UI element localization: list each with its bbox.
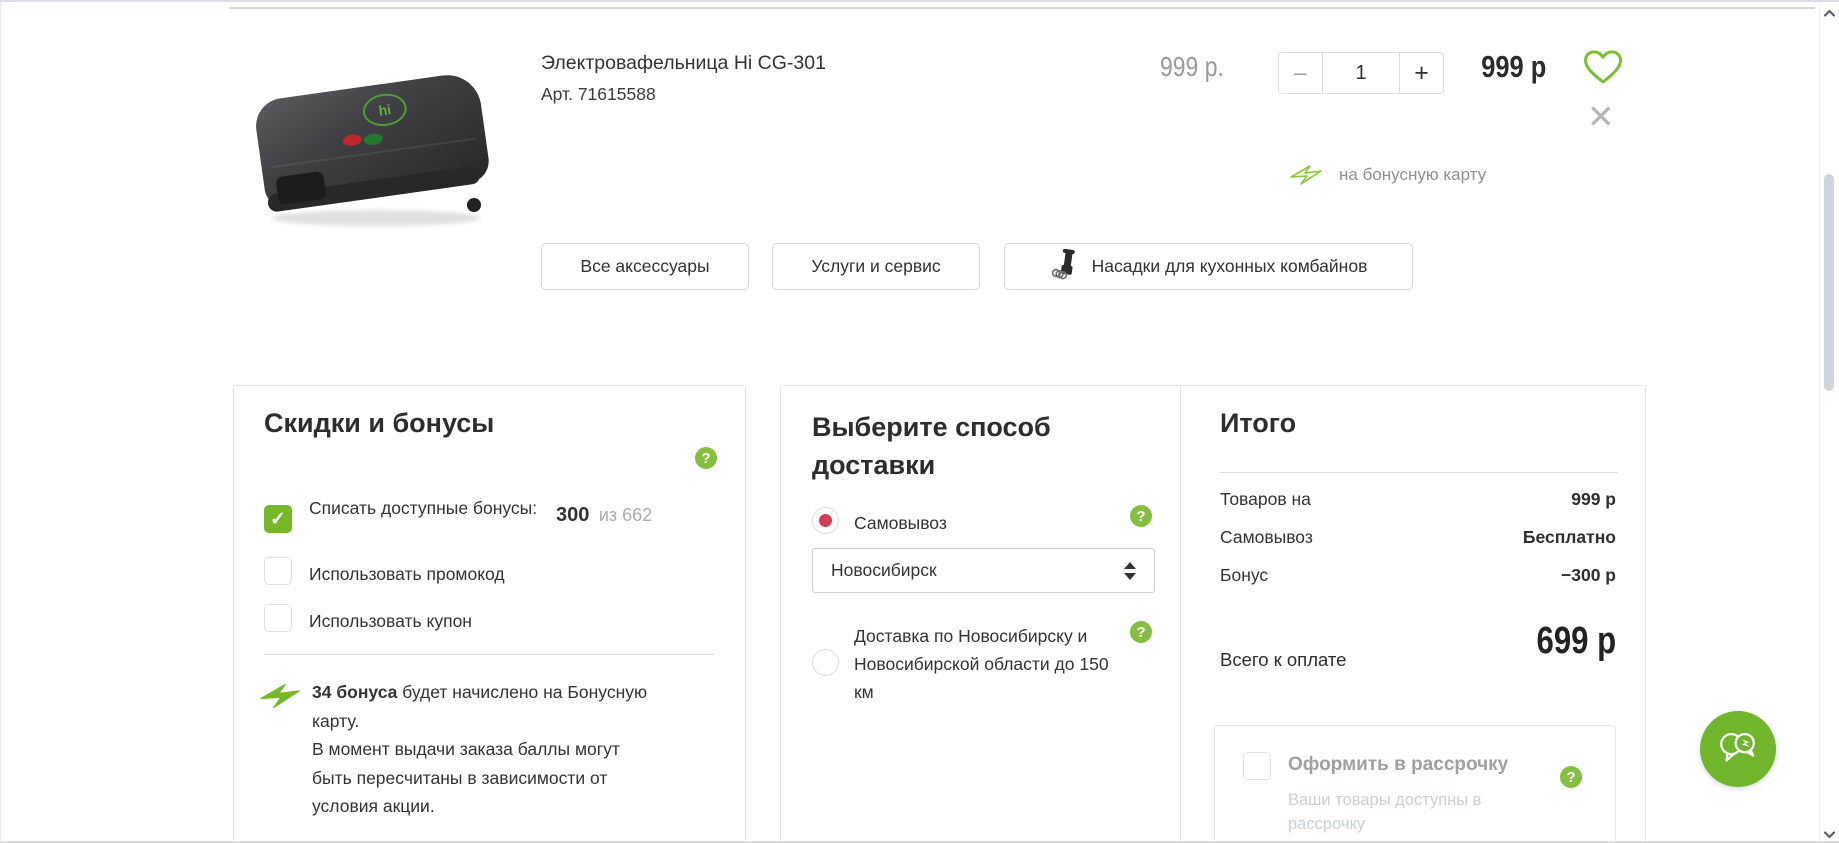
brand-logo: hi [360, 91, 409, 129]
bonus-lightning-icon [1289, 164, 1323, 186]
product-sku: Арт. 71615588 [541, 84, 656, 104]
installment-box: Оформить в рассрочку ? Ваши товары досту… [1214, 725, 1616, 841]
select-spinner-icon [1124, 561, 1136, 580]
scroll-up-icon[interactable] [1823, 7, 1836, 20]
favorite-heart-icon[interactable] [1583, 49, 1623, 86]
bonus-amount-suffix: из 662 [598, 505, 653, 525]
green-indicator-light [363, 132, 384, 147]
card-divider [264, 654, 714, 655]
delivery-summary-card: Выберите способ доставки Самовывоз ? Нов… [780, 385, 1646, 841]
button-label: Услуги и сервис [811, 256, 941, 276]
scroll-down-icon[interactable] [1823, 828, 1836, 841]
remove-item-icon[interactable]: ✕ [1587, 100, 1615, 133]
delivery-title: Выберите способ доставки [812, 412, 1051, 480]
city-select-value: Новосибирск [831, 560, 937, 580]
summary-row: Товаров на 999 р [1220, 489, 1616, 510]
use-promocode-checkbox[interactable] [264, 557, 292, 585]
bonus-accrual-bold: 34 бонуса [312, 682, 398, 702]
city-select[interactable]: Новосибирск [812, 548, 1155, 593]
summary-row-label: Самовывоз [1220, 527, 1313, 547]
unit-price: 999 р. [1160, 51, 1224, 82]
chat-bubbles-icon [1715, 724, 1761, 775]
summary-row-label: Товаров на [1220, 489, 1311, 509]
summary-row: Самовывоз Бесплатно [1220, 527, 1616, 548]
product-title[interactable]: Электровафельница Hi CG-301 [541, 52, 826, 75]
quantity-value[interactable]: 1 [1323, 53, 1399, 93]
quantity-decrease-button[interactable]: – [1279, 53, 1323, 93]
red-indicator-light [342, 133, 363, 148]
summary-row-value: 999 р [1571, 489, 1616, 509]
discounts-title: Скидки и бонусы [264, 408, 495, 438]
use-bonuses-checkbox[interactable]: ✓ [264, 505, 292, 533]
product-shadow [271, 210, 481, 226]
installment-sublabel: Ваши товары доступны в рассрочку [1288, 791, 1482, 833]
vertical-scrollbar[interactable] [1819, 2, 1839, 841]
courier-radio[interactable] [812, 649, 839, 676]
summary-row: Бонус −300 р [1220, 565, 1616, 586]
bonus-accrual-line2: В момент выдачи заказа баллы могут быть … [312, 739, 620, 816]
installment-checkbox[interactable] [1243, 752, 1271, 780]
product-image[interactable]: hi [241, 60, 506, 240]
courier-label: Доставка по Новосибирску и Новосибирской… [854, 626, 1109, 702]
use-coupon-label: Использовать купон [309, 611, 472, 631]
summary-row-value: −300 р [1561, 565, 1616, 585]
use-promocode-label: Использовать промокод [309, 564, 505, 584]
bonus-accrual-note: 34 бонуса будет начислено на Бонусную ка… [312, 678, 660, 821]
pickup-radio[interactable] [812, 507, 839, 534]
use-bonuses-label: Списать доступные бонусы: [309, 498, 538, 518]
cart-page: hi Электровафельница Hi CG-301 Арт. 7161… [0, 0, 1839, 843]
courier-help-icon[interactable]: ? [1130, 621, 1152, 643]
bonus-card-note: на бонусную карту [1339, 165, 1487, 184]
pickup-label: Самовывоз [854, 513, 947, 533]
discounts-help-icon[interactable]: ? [695, 447, 717, 469]
services-button[interactable]: Услуги и сервис [772, 243, 980, 290]
card-vertical-divider [1180, 386, 1181, 841]
installment-help-icon[interactable]: ? [1560, 766, 1582, 788]
accrual-lightning-icon [258, 682, 302, 715]
button-label: Насадки для кухонных комбайнов [1091, 256, 1368, 276]
bonus-amount-value: 300 [556, 504, 590, 526]
all-accessories-button[interactable]: Все аксессуары [541, 243, 749, 290]
scrollbar-thumb[interactable] [1824, 174, 1834, 391]
summary-row-label: Бонус [1220, 565, 1269, 585]
discounts-card: Скидки и бонусы ? ✓ Списать доступные бо… [233, 385, 746, 841]
row-divider [229, 7, 1815, 9]
summary-divider [1220, 472, 1618, 473]
button-label: Все аксессуары [580, 256, 710, 276]
bonus-amount: 300 из 662 [556, 504, 652, 527]
waffle-maker-foot [467, 198, 481, 212]
installment-label: Оформить в рассрочку [1288, 754, 1509, 775]
summary-title: Итого [1220, 408, 1297, 438]
pickup-help-icon[interactable]: ? [1130, 505, 1152, 527]
use-coupon-checkbox[interactable] [264, 604, 292, 632]
total-label: Всего к оплате [1220, 649, 1347, 670]
mixer-attachments-button[interactable]: Насадки для кухонных комбайнов [1004, 243, 1413, 290]
total-value: 699 р [1536, 620, 1616, 662]
row-total-price: 999 р [1480, 49, 1546, 84]
mixer-attachment-icon [1050, 248, 1080, 285]
summary-row-value: Бесплатно [1522, 527, 1616, 547]
chat-widget-button[interactable] [1700, 711, 1776, 787]
